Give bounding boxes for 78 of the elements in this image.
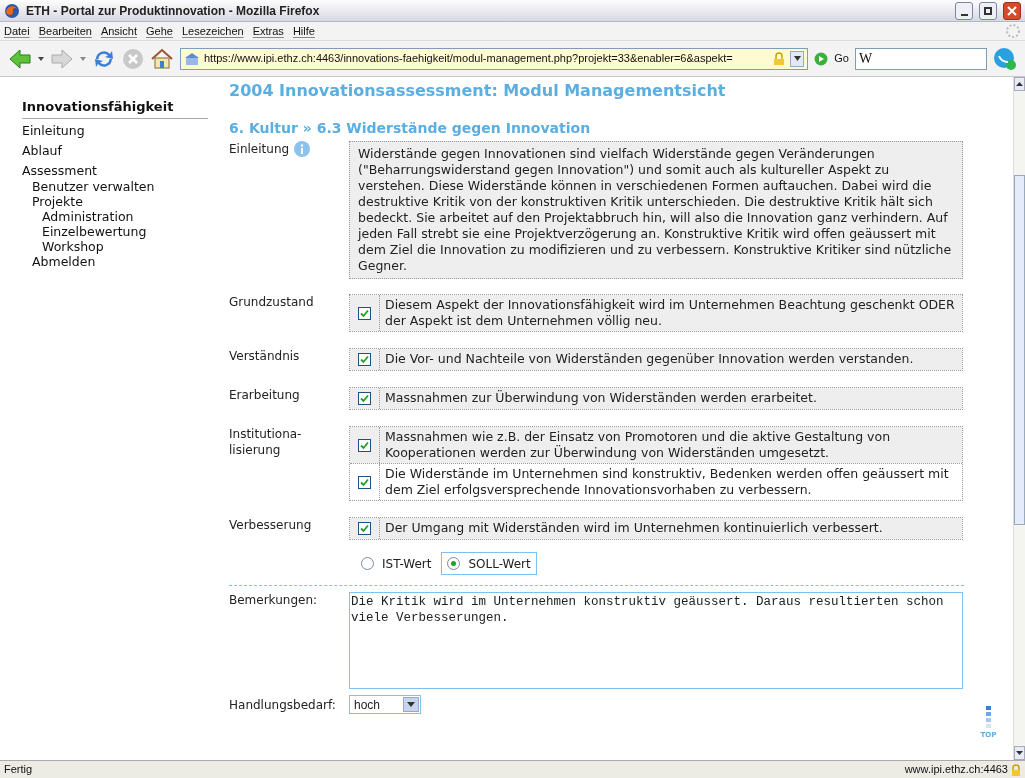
window-title: ETH - Portal zur Produktinnovation - Mozilla Firefox	[26, 2, 321, 20]
criterion-label: Institutiona- lisierung	[229, 426, 303, 459]
scrollbar-thumb[interactable]	[1014, 175, 1025, 525]
option-text: Massnahmen zur Überwindung von Widerständen werden erarbeitet.	[384, 389, 818, 407]
option-row[interactable]: Massnahmen wie z.B. der Einsatz von Promotoren und die aktive Gestaltung von Kooperationen werden zur Überwindung von Widerständen umgesetzt.	[350, 427, 962, 463]
sidebar-link[interactable]: Projekte	[32, 193, 208, 209]
checkbox[interactable]	[358, 475, 371, 489]
radio-option[interactable]: IST-Wert	[355, 552, 438, 575]
sidebar-link[interactable]: Ablauf	[22, 142, 208, 159]
address-text: https://www.ipi.ethz.ch:4463/innovations-faehigkeit/modul-management.php?projekt=33&enabler=6&aspekt=	[204, 51, 734, 67]
menu-item[interactable]: Hilfe	[292, 22, 315, 40]
status-text: Fertig	[4, 762, 33, 778]
priority-select[interactable]: hoch	[349, 695, 421, 714]
close-button[interactable]	[1003, 1, 1021, 20]
field-label: Handlungsbedarf:	[229, 696, 337, 714]
radio-option[interactable]: SOLL-Wert	[441, 552, 537, 575]
option-row[interactable]: Massnahmen zur Überwindung von Widerständen werden erarbeitet.	[350, 388, 962, 409]
caret-icon	[407, 702, 415, 707]
sidebar-link[interactable]: Einzelbewertung	[42, 223, 208, 239]
sidebar-link[interactable]: Einleitung	[22, 122, 208, 139]
secure-site-icon	[184, 51, 200, 66]
option-text: Die Widerstände im Unternehmen sind konstruktiv, Bedenken werden offen geäussert mit dem Ziel erfolgsversprechende Innovationsvorhaben zu verbessern.	[384, 465, 950, 499]
sidebar-heading: Innovationsfähigkeit	[22, 97, 208, 119]
caret-icon	[793, 56, 801, 61]
checkbox[interactable]	[358, 392, 371, 405]
go-button[interactable]: Go	[834, 50, 849, 67]
status-host: www.ipi.ethz.ch:4463	[904, 762, 1008, 778]
menu-item[interactable]: Gehe	[146, 22, 173, 40]
checkbox[interactable]	[358, 438, 371, 452]
sidebar-link[interactable]: Administration	[42, 208, 208, 224]
page-title: 2004 Innovationsassessment: Modul Managementsicht	[229, 80, 727, 102]
home-icon[interactable]	[150, 46, 174, 71]
caret-icon[interactable]	[38, 56, 44, 61]
lock-icon	[772, 51, 787, 66]
sidebar-link[interactable]: Benutzer verwalten	[32, 178, 208, 194]
criterion-label: Grundzustand	[229, 294, 315, 311]
field-label: Einleitung	[229, 141, 290, 157]
throbber-icon	[1005, 23, 1021, 39]
criterion-label: Erarbeitung	[229, 387, 301, 404]
search-field[interactable]: W	[855, 47, 987, 70]
option-text: Der Umgang mit Widerständen wird im Unternehmen kontinuierlich verbessert.	[384, 519, 884, 537]
menu-item[interactable]: Datei	[4, 22, 30, 40]
scrollbar[interactable]	[1013, 77, 1025, 760]
checkbox[interactable]	[358, 306, 371, 320]
menu-item[interactable]: Ansicht	[100, 22, 137, 40]
intro-text: Widerstände gegen Innovationen sind vielfach Widerstände gegen Veränderungen ("Beharrungswiderstand gegen Innovation") und somit auch als kultureller Aspekt zu verstehen. Diese Widerstände können in verschiedenen Formen auftauchen. Dabei wird die destruktive Kritik von der konstruktiven Kritik unterschieden. Die destruktive Kritik hält sich bedeckt. Sie arbeitet auf den Projektabbruch hin, will also die Innovation ganz verhindern. Auf jeden Fall strebt sie eine Projektverzögerung an. Konstruktive Kritik wird offen geäussert mit dem Ziel die Innovation zu modifizieren und zu verbessern. Konstruktive Kritiker sind nützliche Gegner.	[349, 141, 963, 279]
breadcrumb: 6. Kultur » 6.3 Widerstände gegen Innovation	[229, 119, 592, 137]
scroll-down-icon[interactable]	[1016, 751, 1023, 755]
search-engine-logo[interactable]: W	[859, 48, 873, 69]
maximize-button[interactable]	[979, 1, 997, 20]
lock-icon	[1011, 763, 1021, 776]
sidebar-link[interactable]: Abmelden	[32, 253, 208, 269]
phone-app-icon[interactable]	[993, 46, 1017, 71]
option-row[interactable]: Die Widerstände im Unternehmen sind konstruktiv, Bedenken werden offen geäussert mit dem Ziel erfolgsversprechende Innovationsvorhaben zu verbessern.	[350, 463, 962, 500]
criterion-label: Verbesserung	[229, 517, 313, 534]
dropdown-button[interactable]	[790, 50, 805, 67]
checkbox[interactable]	[358, 353, 371, 366]
criterion-label: Verständnis	[229, 348, 301, 365]
menu-item[interactable]: Lesezeichen	[181, 22, 244, 40]
menu-item[interactable]: Bearbeiten	[38, 22, 92, 40]
scroll-dots-icon	[986, 705, 991, 728]
close-icon	[1007, 5, 1017, 16]
scroll-up-icon[interactable]	[1016, 82, 1023, 86]
option-row[interactable]: Die Vor- und Nachteile von Widerständen gegenüber Innovation werden verstanden.	[350, 349, 962, 370]
option-text: Die Vor- und Nachteile von Widerständen gegenüber Innovation werden verstanden.	[384, 350, 915, 368]
minimize-button[interactable]	[955, 1, 973, 20]
back-arrow-icon[interactable]	[8, 47, 32, 70]
go-icon[interactable]	[814, 51, 829, 66]
menu-item[interactable]: Extras	[252, 22, 284, 40]
remarks-field[interactable]: Die Kritik wird im Unternehmen konstruktiv geäussert. Daraus resultierten schon viele Verbesserungen.	[349, 592, 963, 689]
sidebar-link[interactable]: Workshop	[42, 238, 208, 254]
option-row[interactable]: Der Umgang mit Widerständen wird im Unternehmen kontinuierlich verbessert.	[350, 518, 962, 539]
address-field[interactable]: https://www.ipi.ethz.ch:4463/innovations-faehigkeit/modul-management.php?projekt=33&enabler=6&aspekt=	[180, 47, 809, 70]
browser-logo-icon	[4, 2, 20, 19]
checkbox[interactable]	[358, 522, 371, 535]
sidebar-link[interactable]: Assessment	[22, 162, 208, 179]
option-text: Massnahmen wie z.B. der Einsatz von Promotoren und die aktive Gestaltung von Kooperationen werden zur Überwindung von Widerständen umgesetzt.	[384, 428, 892, 462]
field-label: Bemerkungen:	[229, 592, 319, 609]
